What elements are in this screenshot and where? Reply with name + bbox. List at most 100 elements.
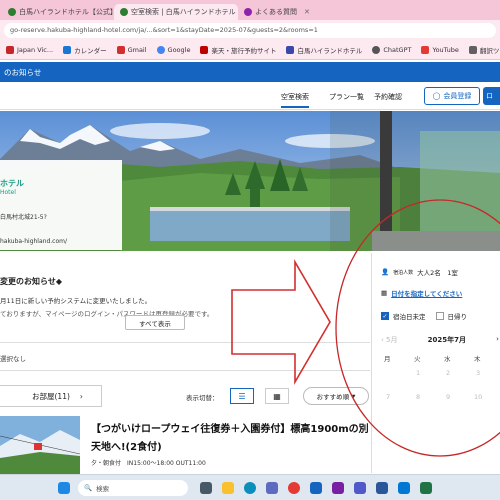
divider: [0, 342, 370, 343]
bookmark-item[interactable]: Google: [156, 45, 190, 54]
stay-options: ✓ 宿泊日未定 日帰り: [381, 311, 467, 321]
bookmark-icon: [6, 45, 14, 54]
bookmark-icon: [200, 45, 209, 54]
site-favicon-icon: [8, 8, 16, 16]
room-count-tab[interactable]: お部屋(11) ›: [0, 385, 102, 407]
tab-label: 空室検索 | 白馬ハイランドホテル: [131, 8, 236, 16]
plan-image[interactable]: [0, 416, 80, 474]
day-of-week: 月: [384, 355, 391, 363]
browser-tab-active[interactable]: 空室検索 | 白馬ハイランドホテル ✕: [114, 4, 238, 20]
guests-label: 宿泊人数: [393, 269, 414, 276]
hotel-url[interactable]: hakuba-highland.com/: [0, 238, 67, 245]
url-input[interactable]: go-reserve.hakuba-highland-hotel.com/ja/…: [4, 22, 496, 38]
bookmark-item[interactable]: 白馬ハイランドホテル: [286, 45, 362, 55]
announcement-text[interactable]: のお知らせ: [4, 67, 41, 78]
site-favicon-icon: [244, 8, 252, 16]
nav-search[interactable]: 空室検索: [281, 92, 309, 108]
daytrip-checkbox[interactable]: [435, 312, 444, 320]
calendar-day[interactable]: 7: [386, 393, 390, 401]
search-icon: 🔍: [84, 484, 93, 492]
word-icon[interactable]: [376, 482, 388, 494]
file-explorer-icon[interactable]: [222, 482, 234, 494]
bookmarks-bar: Japan Vic... カレンダー Gmail Google 楽天・旅行予約サ…: [0, 40, 500, 60]
calendar-day[interactable]: 3: [476, 369, 480, 377]
windows-taskbar: 🔍 検索: [0, 474, 500, 500]
bookmark-icon: [286, 45, 295, 54]
site-favicon-icon: [120, 8, 128, 16]
bookmark-item[interactable]: 楽天・旅行予約サイト: [200, 45, 276, 55]
hotel-address: 白馬村北城21-5?: [0, 214, 47, 221]
tab-label: よくある質問: [255, 8, 297, 16]
store-icon[interactable]: [266, 482, 278, 494]
tab-label: 白馬ハイランドホテル【公式】予約: [19, 8, 114, 16]
calendar-day[interactable]: 8: [416, 393, 420, 401]
stay-undecided-checkbox[interactable]: ✓: [381, 312, 389, 320]
daytrip-label: 日帰り: [447, 313, 468, 321]
display-switch-label: 表示切替：: [186, 394, 219, 402]
address-bar: go-reserve.hakuba-highland-hotel.com/ja/…: [0, 20, 500, 40]
chatgpt-icon: [372, 45, 381, 54]
bookmark-item[interactable]: カレンダー: [63, 45, 107, 55]
user-icon: ◯: [432, 92, 441, 100]
date-selector[interactable]: ▦ 日付を指定してください: [381, 288, 462, 298]
grid-view-button[interactable]: ▦: [265, 388, 289, 404]
task-view-icon[interactable]: [200, 482, 212, 494]
site-nav: 空室検索 プラン一覧 予約確認 ◯ 会員登録 ロ: [0, 84, 500, 110]
calendar-icon: ▦: [381, 289, 388, 297]
calendar-day[interactable]: 1: [416, 369, 420, 377]
calendar-month: 2025年7月: [427, 336, 467, 344]
app-icon[interactable]: [332, 482, 344, 494]
bookmark-item[interactable]: YouTube: [421, 45, 459, 54]
stay-undecided-label: 宿泊日未定: [393, 313, 426, 321]
chevron-right-icon: ›: [79, 391, 83, 401]
next-month-button[interactable]: ›: [496, 335, 499, 345]
guest-selector[interactable]: 👤 宿泊人数 大人2名 1室: [381, 267, 458, 277]
search-panel: 👤 宿泊人数 大人2名 1室 ▦ 日付を指定してください ✓ 宿泊日未定 日帰り…: [371, 253, 500, 473]
bookmark-item[interactable]: ChatGPT: [372, 45, 411, 54]
calendar-icon: [63, 45, 72, 54]
browser-tab-strip: 白馬ハイランドホテル【公式】予約 ✕ 空室検索 | 白馬ハイランドホテル ✕ よ…: [0, 0, 500, 20]
calendar-day[interactable]: 9: [446, 393, 450, 401]
chrome-icon[interactable]: [288, 482, 300, 494]
red-arrow-icon: [231, 259, 331, 385]
notice-line: 月11日に新しい予約システムに変更いたしました。: [0, 297, 152, 305]
list-view-button[interactable]: ☰: [230, 388, 254, 404]
windows-start-icon[interactable]: [58, 482, 70, 494]
plan-title[interactable]: 【つがいけロープウェイ往復券＋入園券付】標高1900mの別天地へ!(2食付): [91, 421, 371, 457]
bookmark-item[interactable]: Japan Vic...: [6, 45, 53, 54]
calendar-header: ‹ 5月 2025年7月 ›: [381, 335, 499, 345]
ropeway-image: [0, 416, 80, 474]
calendar-day[interactable]: 10: [474, 393, 482, 401]
nav-confirm[interactable]: 予約確認: [374, 92, 402, 102]
excel-icon[interactable]: [420, 482, 432, 494]
bookmark-item[interactable]: Gmail: [116, 45, 147, 54]
hotel-logo: ホテル: [0, 179, 24, 188]
show-all-button[interactable]: すべて表示: [125, 315, 185, 330]
nav-plans[interactable]: プラン一覧: [329, 92, 364, 102]
taskbar-search[interactable]: 🔍 検索: [78, 480, 188, 496]
login-button[interactable]: ロ: [483, 87, 500, 105]
day-of-week: 火: [414, 355, 421, 363]
outlook-icon[interactable]: [398, 482, 410, 494]
prev-month-button[interactable]: ‹ 5月: [381, 335, 398, 345]
bookmark-icon: [468, 45, 477, 54]
user-icon: 👤: [381, 268, 390, 276]
mail-icon[interactable]: [310, 482, 322, 494]
teams-icon[interactable]: [354, 482, 366, 494]
notice-title: 変更のお知らせ◆: [0, 277, 62, 286]
guests-value: 大人2名 1室: [417, 269, 458, 277]
member-register-button[interactable]: ◯ 会員登録: [424, 87, 480, 105]
sort-dropdown[interactable]: おすすめ順 ▾: [303, 387, 369, 405]
edge-icon[interactable]: [244, 482, 256, 494]
browser-tab[interactable]: 白馬ハイランドホテル【公式】予約 ✕: [2, 4, 114, 20]
google-icon: [156, 45, 165, 54]
calendar-day[interactable]: 2: [446, 369, 450, 377]
youtube-icon: [421, 45, 430, 54]
bookmark-item[interactable]: 翻訳ツール: [468, 45, 500, 55]
grid-icon: ▦: [273, 391, 281, 401]
close-icon[interactable]: ✕: [304, 8, 310, 16]
plan-meta: 夕・朝食付 IN15:00〜18:00 OUT11:00: [91, 460, 206, 467]
browser-tab[interactable]: よくある質問 ✕: [238, 4, 350, 20]
site-announcement-bar: のお知らせ: [0, 62, 500, 82]
hotel-info-box: ホテル Hotel 白馬村北城21-5? hakuba-highland.com…: [0, 160, 122, 250]
